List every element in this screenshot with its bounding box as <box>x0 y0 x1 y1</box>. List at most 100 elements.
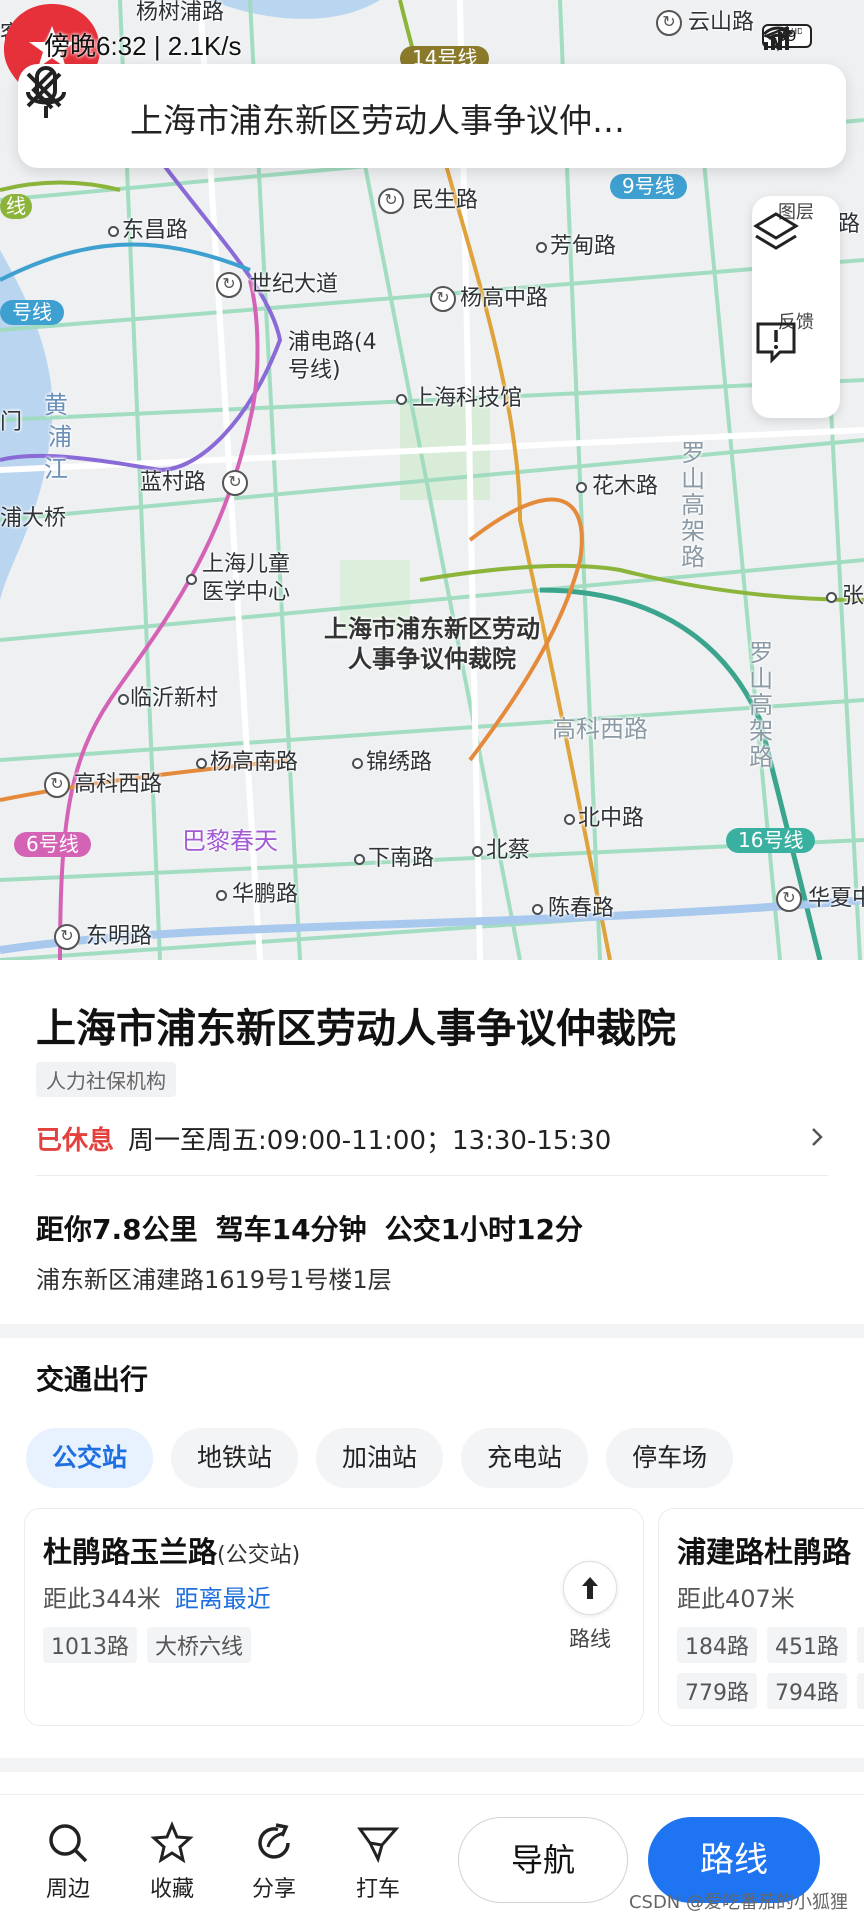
transit-section-title: 交通出行 <box>36 1363 149 1396</box>
station-dot <box>216 890 227 901</box>
poi-title: 上海市浦东新区劳动人事争议仲裁院 <box>36 1006 676 1052</box>
map-label: 上海科技馆 <box>412 386 523 411</box>
map-label: 锦绣路 <box>366 750 433 775</box>
map-label: 下南路 <box>368 846 435 871</box>
star-icon <box>150 1821 194 1864</box>
pin-label: 上海市浦东新区劳动人事争议仲裁院 <box>324 615 540 673</box>
river-label: 黄 <box>44 391 68 419</box>
station-dot <box>352 758 363 769</box>
route-arrow-icon <box>582 1577 598 1599</box>
transfer-station-icon: ↻ <box>222 470 248 496</box>
close-icon[interactable] <box>18 64 70 116</box>
station-dot <box>354 854 365 865</box>
feedback-icon <box>756 322 796 364</box>
map-label: 上海儿童 <box>202 552 291 577</box>
river-label: 浦 <box>48 423 72 451</box>
status-time: 傍晚6:32 | 2.1K/s <box>44 31 242 61</box>
station-dot <box>472 846 483 857</box>
favorite-label: 收藏 <box>149 1877 194 1902</box>
bus-stop-distance: 距此344米 距离最近 <box>43 1585 271 1613</box>
distance-text: 距你7.8公里 <box>36 1213 198 1246</box>
share-button[interactable]: 分享 <box>234 1821 314 1903</box>
tab-metro-station[interactable]: 地铁站 <box>171 1428 299 1488</box>
bus-stop-distance: 距此407米 <box>677 1585 795 1613</box>
poi-info-sheet: 上海市浦东新区劳动人事争议仲裁院 人力社保机构 已休息 周一至周五:09:00-1… <box>0 960 864 1920</box>
bus-route-list: 184路 451路 6 779路 794路 9 <box>677 1627 864 1709</box>
bus-route-chip[interactable]: 779路 <box>677 1673 757 1709</box>
transfer-station-icon: ↻ <box>54 924 80 950</box>
metro-line-badge: 6号线 <box>14 832 91 857</box>
map-view[interactable]: 杨树浦路 云山路 客运中 14号线 民生路 9号线 路 线 东昌路 芳甸路 世纪… <box>0 0 864 960</box>
section-divider <box>0 1324 864 1338</box>
road-label: 罗山高架路 <box>676 440 705 570</box>
map-label: 华鹏路 <box>232 882 299 907</box>
station-dot <box>564 814 575 825</box>
search-query[interactable]: 上海市浦东新区劳动人事争议仲… <box>130 94 690 142</box>
metro-line-badge: 号线 <box>0 300 64 325</box>
opening-hours-row[interactable]: 已休息 周一至周五:09:00-11:00；13:30-15:30 <box>36 1120 828 1176</box>
bus-route-chip[interactable]: 1013路 <box>43 1627 137 1663</box>
layers-button[interactable]: 图层 <box>752 196 840 296</box>
bus-time: 公交1小时12分 <box>384 1213 584 1246</box>
river-label: 江 <box>44 455 68 483</box>
distance-summary: 距你7.8公里 驾车14分钟 公交1小时12分 <box>36 1208 601 1248</box>
poi-label[interactable]: 巴黎春天 <box>182 827 278 856</box>
map-label: 北中路 <box>578 806 645 831</box>
map-label: 东昌路 <box>122 218 189 243</box>
status-icons: HD 59 <box>762 24 812 52</box>
taxi-button[interactable]: 打车 <box>338 1821 418 1903</box>
station-dot <box>108 226 119 237</box>
metro-line-badge: 线 <box>0 194 32 219</box>
share-label: 分享 <box>251 1877 296 1902</box>
map-label: 陈春路 <box>548 896 615 921</box>
tab-gas-station[interactable]: 加油站 <box>316 1428 444 1488</box>
nearby-button[interactable]: 周边 <box>28 1821 108 1903</box>
tab-parking[interactable]: 停车场 <box>606 1428 734 1488</box>
map-label: 门 <box>0 410 23 435</box>
favorite-button[interactable]: 收藏 <box>132 1821 212 1903</box>
tab-bus-stop[interactable]: 公交站 <box>26 1428 154 1488</box>
search-bar[interactable]: 上海市浦东新区劳动人事争议仲… <box>18 64 846 168</box>
station-dot <box>186 574 197 585</box>
wifi-icon <box>762 26 794 49</box>
map-label: 华夏中 <box>808 886 864 911</box>
route-button[interactable]: 路线 <box>555 1561 625 1653</box>
drive-time: 驾车14分钟 <box>215 1213 367 1246</box>
station-dot <box>396 394 407 405</box>
map-label: 张 <box>842 584 864 609</box>
map-label: 浦电路(4 <box>288 330 377 355</box>
map-label: 东明路 <box>86 924 153 949</box>
hours-text: 周一至周五:09:00-11:00；13:30-15:30 <box>128 1126 612 1156</box>
bus-stop-name: 浦建路杜鹃路 <box>677 1535 852 1569</box>
bus-route-chip[interactable]: 大桥六线 <box>147 1627 252 1663</box>
map-label: 路 <box>838 212 861 237</box>
bus-route-chip[interactable]: 184路 <box>677 1627 757 1663</box>
map-label: 芳甸路 <box>550 234 617 259</box>
map-tools-panel: 图层 反馈 <box>752 196 840 418</box>
bus-stop-card[interactable]: 浦建路杜鹃路 距此407米 184路 451路 6 779路 794路 9 <box>658 1508 864 1726</box>
bus-route-chip[interactable]: 9 <box>857 1673 864 1709</box>
map-label: 杨高中路 <box>460 286 549 311</box>
watermark: CSDN @爱吃番茄的小狐狸 <box>628 1892 848 1913</box>
transfer-station-icon: ↻ <box>378 188 404 214</box>
transfer-station-icon: ↻ <box>216 272 242 298</box>
map-label: 花木路 <box>592 474 659 499</box>
bus-route-chip[interactable]: 794路 <box>767 1673 847 1709</box>
navigate-button[interactable]: 导航 <box>458 1817 628 1903</box>
station-dot <box>576 482 587 493</box>
bus-stop-name: 杜鹃路玉兰路(公交站) <box>43 1535 301 1569</box>
bus-route-chip[interactable]: 6 <box>857 1627 864 1663</box>
transfer-station-icon: ↻ <box>430 286 456 312</box>
taxi-flag-icon <box>357 1827 400 1864</box>
station-dot <box>536 242 547 253</box>
feedback-button[interactable]: 反馈 <box>752 306 840 406</box>
bus-route-chip[interactable]: 451路 <box>767 1627 847 1663</box>
tab-charging-station[interactable]: 充电站 <box>461 1428 589 1488</box>
nearby-label: 周边 <box>45 1877 90 1902</box>
bus-stop-card[interactable]: 杜鹃路玉兰路(公交站) 距此344米 距离最近 1013路 大桥六线 路线 <box>24 1508 644 1726</box>
nearest-badge: 距离最近 <box>174 1585 271 1613</box>
layers-icon <box>753 212 799 250</box>
transfer-station-icon: ↻ <box>44 772 70 798</box>
status-bar: 傍晚6:32 | 2.1K/s HD 59 <box>0 18 864 68</box>
map-label: 号线) <box>288 358 341 383</box>
